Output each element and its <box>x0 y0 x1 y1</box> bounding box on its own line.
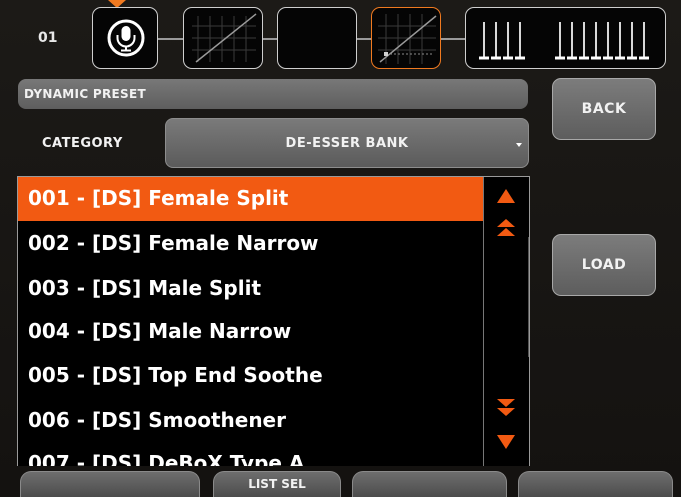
preset-title-bar: DYNAMIC PRESET <box>18 79 528 109</box>
eq-icon <box>278 8 358 70</box>
soft-key-label: LIST SEL <box>248 477 306 491</box>
list-item-label: 005 - [DS] Top End Soothe <box>28 363 323 387</box>
category-label: CATEGORY <box>42 136 123 151</box>
dynamic-preset-screen: 01 DYNAMIC PRESET CATEGORY DE-ESSER BANK… <box>0 0 681 497</box>
back-button[interactable]: BACK <box>552 78 656 140</box>
list-item[interactable]: 002 - [DS] Female Narrow <box>18 222 484 266</box>
preset-panel-title: DYNAMIC PRESET <box>24 87 146 101</box>
meter-module-button[interactable] <box>465 7 666 69</box>
scroll-track[interactable] <box>528 237 529 357</box>
microphone-icon <box>107 19 145 57</box>
list-item[interactable]: 001 - [DS] Female Split <box>18 177 484 221</box>
list-sel-soft-key[interactable]: LIST SEL <box>213 471 341 497</box>
soft-key-4[interactable] <box>518 471 673 497</box>
category-dropdown[interactable]: DE-ESSER BANK <box>165 118 529 168</box>
scroll-up-icon[interactable] <box>497 189 515 203</box>
list-item-label: 006 - [DS] Smoothener <box>28 408 286 432</box>
list-item[interactable]: 007 - [DS] DeBoX Type A <box>18 442 484 466</box>
list-item-label: 007 - [DS] DeBoX Type A <box>28 451 305 466</box>
list-item-label: 004 - [DS] Male Narrow <box>28 319 292 343</box>
soft-key-1[interactable] <box>20 471 200 497</box>
soft-key-3[interactable] <box>352 471 507 497</box>
list-item[interactable]: 006 - [DS] Smoothener <box>18 399 484 443</box>
back-button-label: BACK <box>581 101 627 117</box>
mic-module-button[interactable] <box>92 7 158 69</box>
dropdown-caret-icon <box>516 143 522 147</box>
dynamics-module-button[interactable] <box>371 7 441 69</box>
gate-curve-icon <box>192 13 257 63</box>
eq-module-button[interactable] <box>277 7 357 69</box>
category-value: DE-ESSER BANK <box>285 136 409 151</box>
list-item[interactable]: 004 - [DS] Male Narrow <box>18 310 484 354</box>
page-up-icon[interactable] <box>497 219 515 237</box>
list-item[interactable]: 003 - [DS] Male Split <box>18 267 484 311</box>
list-item-label: 001 - [DS] Female Split <box>28 186 289 210</box>
list-scrollbar[interactable] <box>483 177 529 466</box>
channel-number: 01 <box>38 30 58 46</box>
list-item-label: 003 - [DS] Male Split <box>28 276 261 300</box>
scroll-down-icon[interactable] <box>497 435 515 449</box>
list-item[interactable]: 005 - [DS] Top End Soothe <box>18 354 484 398</box>
meter-bars-icon <box>479 22 649 60</box>
dynamics-curve-icon <box>378 14 437 64</box>
list-item-label: 002 - [DS] Female Narrow <box>28 231 319 255</box>
gate-module-button[interactable] <box>183 7 263 69</box>
preset-list: 001 - [DS] Female Split 002 - [DS] Femal… <box>17 176 530 466</box>
page-down-icon[interactable] <box>497 399 515 417</box>
load-button[interactable]: LOAD <box>552 234 656 296</box>
load-button-label: LOAD <box>581 257 627 273</box>
